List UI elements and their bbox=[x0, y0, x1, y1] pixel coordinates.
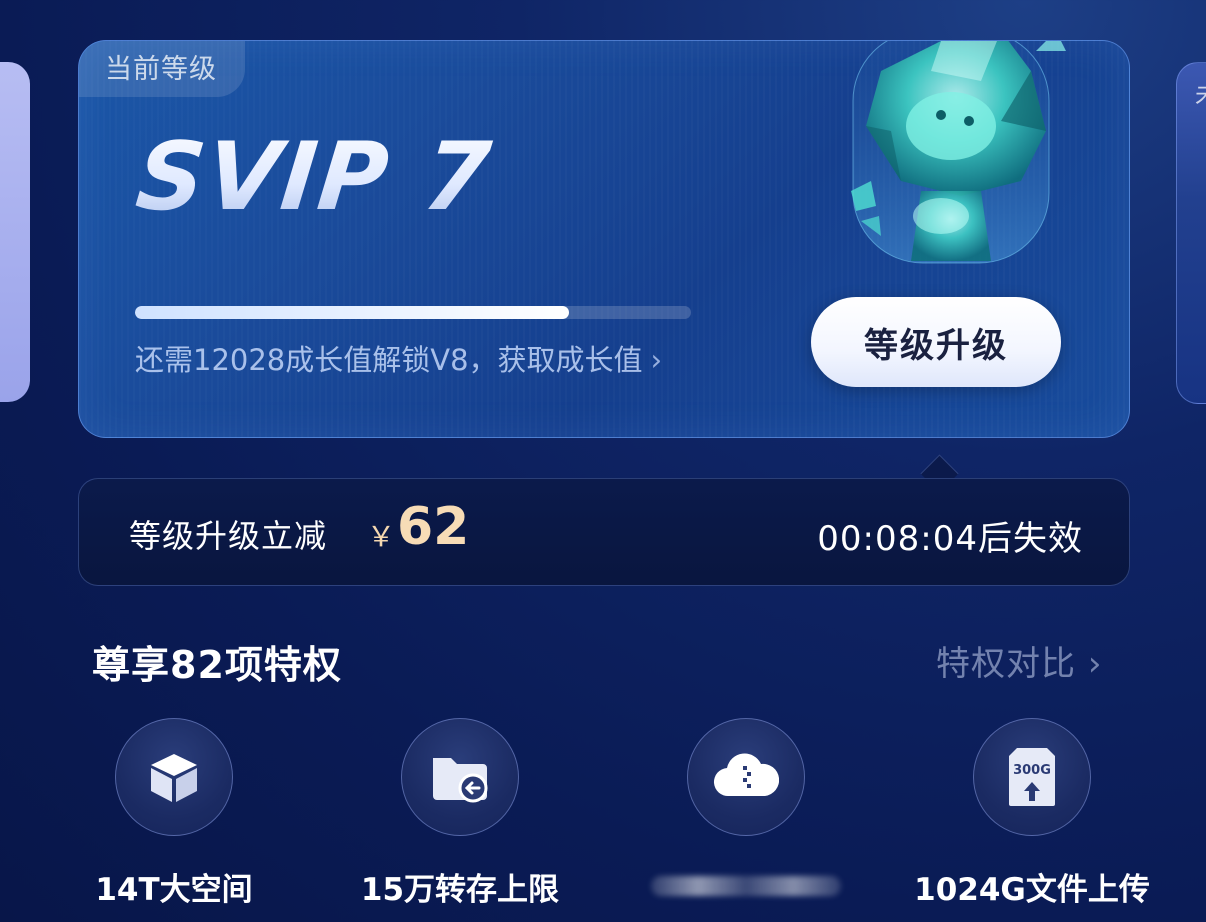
privilege-icon-circle bbox=[401, 718, 519, 836]
level-upgrade-button[interactable]: 等级升级 bbox=[811, 297, 1061, 387]
privilege-icon-circle: 300G bbox=[973, 718, 1091, 836]
next-level-tag: 未 bbox=[1195, 75, 1206, 110]
level-name: SVIP 7 bbox=[130, 113, 498, 243]
privilege-label: 15万转存上限 bbox=[360, 872, 560, 908]
chevron-right-icon: › bbox=[1087, 644, 1103, 684]
privileges-title: 尊享82项特权 bbox=[92, 643, 342, 687]
chevron-right-icon: › bbox=[650, 343, 663, 377]
privilege-icon-circle bbox=[115, 718, 233, 836]
upload-300g-icon: 300G bbox=[1009, 748, 1055, 806]
discount-currency: ￥ bbox=[367, 520, 396, 553]
privileges-compare-link[interactable]: 特权对比 › bbox=[936, 636, 1102, 685]
privilege-item-upload[interactable]: 300G 1024G文件上传 bbox=[912, 718, 1152, 909]
privileges-compare-label: 特权对比 bbox=[936, 644, 1076, 684]
privilege-label-redacted bbox=[651, 876, 841, 896]
upgrade-discount-banner: 等级升级立减 ￥ 62 00:08:04后失效 bbox=[78, 478, 1130, 586]
growth-progress-text: 还需12028成长值解锁V8，获取成长值 bbox=[135, 343, 643, 377]
privilege-icon-circle bbox=[687, 718, 805, 836]
privilege-item-transfer[interactable]: 15万转存上限 bbox=[340, 718, 580, 909]
previous-level-card[interactable] bbox=[0, 62, 30, 402]
cube-icon bbox=[151, 754, 197, 802]
privilege-label: 14T大空间 bbox=[95, 872, 253, 908]
privilege-item-space[interactable]: 14T大空间 bbox=[54, 718, 294, 909]
upload-size-text: 300G bbox=[1013, 763, 1051, 778]
privilege-label: 1024G文件上传 bbox=[914, 872, 1150, 908]
growth-progress-fill bbox=[135, 306, 569, 319]
next-level-card[interactable]: 未 bbox=[1176, 62, 1206, 404]
growth-progress-bar bbox=[135, 306, 691, 319]
current-level-card: 当前等级 SVIP 7 还需12028成长值解锁V8，获取成长值 › 等级升级 bbox=[78, 40, 1130, 438]
growth-progress-link[interactable]: 还需12028成长值解锁V8，获取成长值 › bbox=[135, 337, 662, 379]
discount-label: 等级升级立减 bbox=[129, 517, 328, 555]
discount-countdown: 00:08:04后失效 bbox=[817, 519, 1083, 559]
privilege-item-cloud[interactable] bbox=[626, 718, 866, 896]
folder-transfer-icon bbox=[433, 758, 488, 803]
cloud-zip-icon bbox=[713, 753, 779, 797]
mascot-crystal-icon bbox=[851, 41, 1066, 264]
discount-amount: 62 bbox=[397, 497, 470, 557]
current-level-tag: 当前等级 bbox=[79, 41, 245, 97]
